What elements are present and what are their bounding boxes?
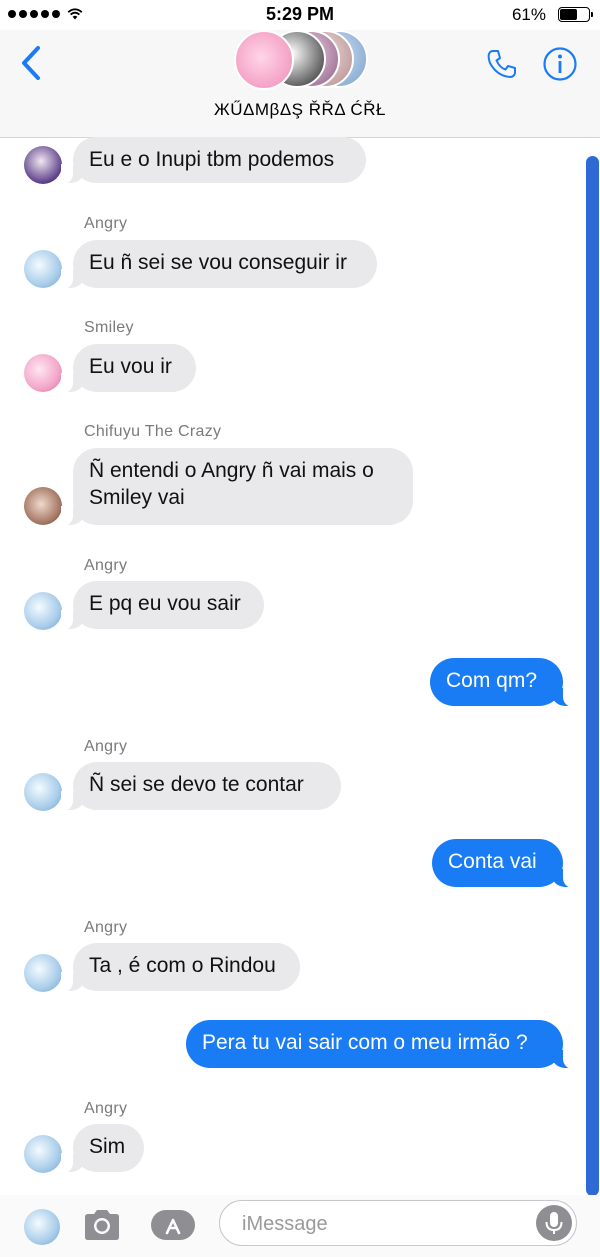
status-bar: 5:29 PM 61% [0,0,600,30]
info-icon[interactable] [542,46,578,82]
message-thread[interactable]: Eu e o Inupi tbm podemos Angry Eu ñ sei … [0,137,600,1195]
group-avatar [234,30,294,90]
message-text: Ta , é com o Rindou [89,954,276,977]
message-text: Eu e o Inupi tbm podemos [89,148,335,171]
incoming-message[interactable]: Ñ entendi o Angry ñ vai mais o Smiley va… [61,448,413,526]
message-text: Eu ñ sei se vou conseguir ir [89,251,347,274]
blue-floral-avatar[interactable] [24,954,62,992]
app-store-icon[interactable] [150,1209,196,1241]
message-text-line1: Ñ entendi o Angry ñ vai mais o [89,459,374,482]
message-text-line2: Smiley vai [89,486,185,509]
sender-name: Angry [84,919,128,936]
message-text: Pera tu vai sair com o meu irmão ? [202,1031,528,1054]
sender-name: Chifuyu The Crazy [84,423,222,440]
blue-floral-avatar[interactable] [24,773,62,811]
my-avatar[interactable] [24,1209,60,1245]
incoming-message[interactable]: E pq eu vou sair [61,581,264,630]
outgoing-message[interactable]: Com qm? [430,658,575,707]
battery-icon [558,7,593,22]
phone-icon[interactable] [484,46,520,82]
message-composer [0,1195,600,1257]
purple-hair-avatar[interactable] [24,146,62,184]
outgoing-message[interactable]: Conta vai [432,839,575,888]
group-avatars[interactable] [234,30,374,90]
microphone-icon [545,1212,563,1234]
incoming-message[interactable]: Ta , é com o Rindou [61,943,300,992]
message-text: Conta vai [448,850,537,873]
message-text: Sim [89,1135,126,1158]
incoming-message[interactable]: Eu ñ sei se vou conseguir ir [61,240,377,289]
microphone-button[interactable] [536,1205,572,1241]
blue-floral-avatar[interactable] [24,250,62,288]
incoming-message[interactable]: Eu e o Inupi tbm podemos [61,137,366,184]
status-time: 5:29 PM [265,4,335,24]
message-text: Eu vou ir [89,355,172,378]
sender-name: Angry [84,215,128,232]
sender-name: Angry [84,557,128,574]
message-text: Com qm? [446,669,538,692]
conversation-title[interactable]: ЖŰΔMβΔŞ ŘŘΔ ĆŘŁ [0,100,600,120]
blue-floral-avatar[interactable] [24,1135,62,1173]
camera-icon[interactable] [82,1207,122,1243]
incoming-message[interactable]: Eu vou ir [61,344,196,393]
outgoing-message[interactable]: Pera tu vai sair com o meu irmão ? [186,1020,575,1069]
incoming-message[interactable]: Sim [61,1124,144,1173]
message-text: E pq eu vou sair [89,592,241,615]
message-input-field[interactable] [219,1200,577,1246]
message-text: Ñ sei se devo te contar [89,773,304,796]
conversation-header: ЖŰΔMβΔŞ ŘŘΔ ĆŘŁ [0,30,600,138]
pink-avatar[interactable] [24,354,62,392]
incoming-message[interactable]: Ñ sei se devo te contar [61,762,341,811]
sender-name: Angry [84,1100,128,1117]
brown-avatar[interactable] [24,487,62,525]
chevron-left-icon[interactable] [16,44,46,82]
battery-percent: 61% [511,5,546,24]
sender-name: Angry [84,738,128,755]
blue-floral-avatar[interactable] [24,592,62,630]
scrollbar[interactable] [586,156,599,1196]
message-input[interactable] [240,1209,524,1239]
sender-name: Smiley [84,319,134,336]
